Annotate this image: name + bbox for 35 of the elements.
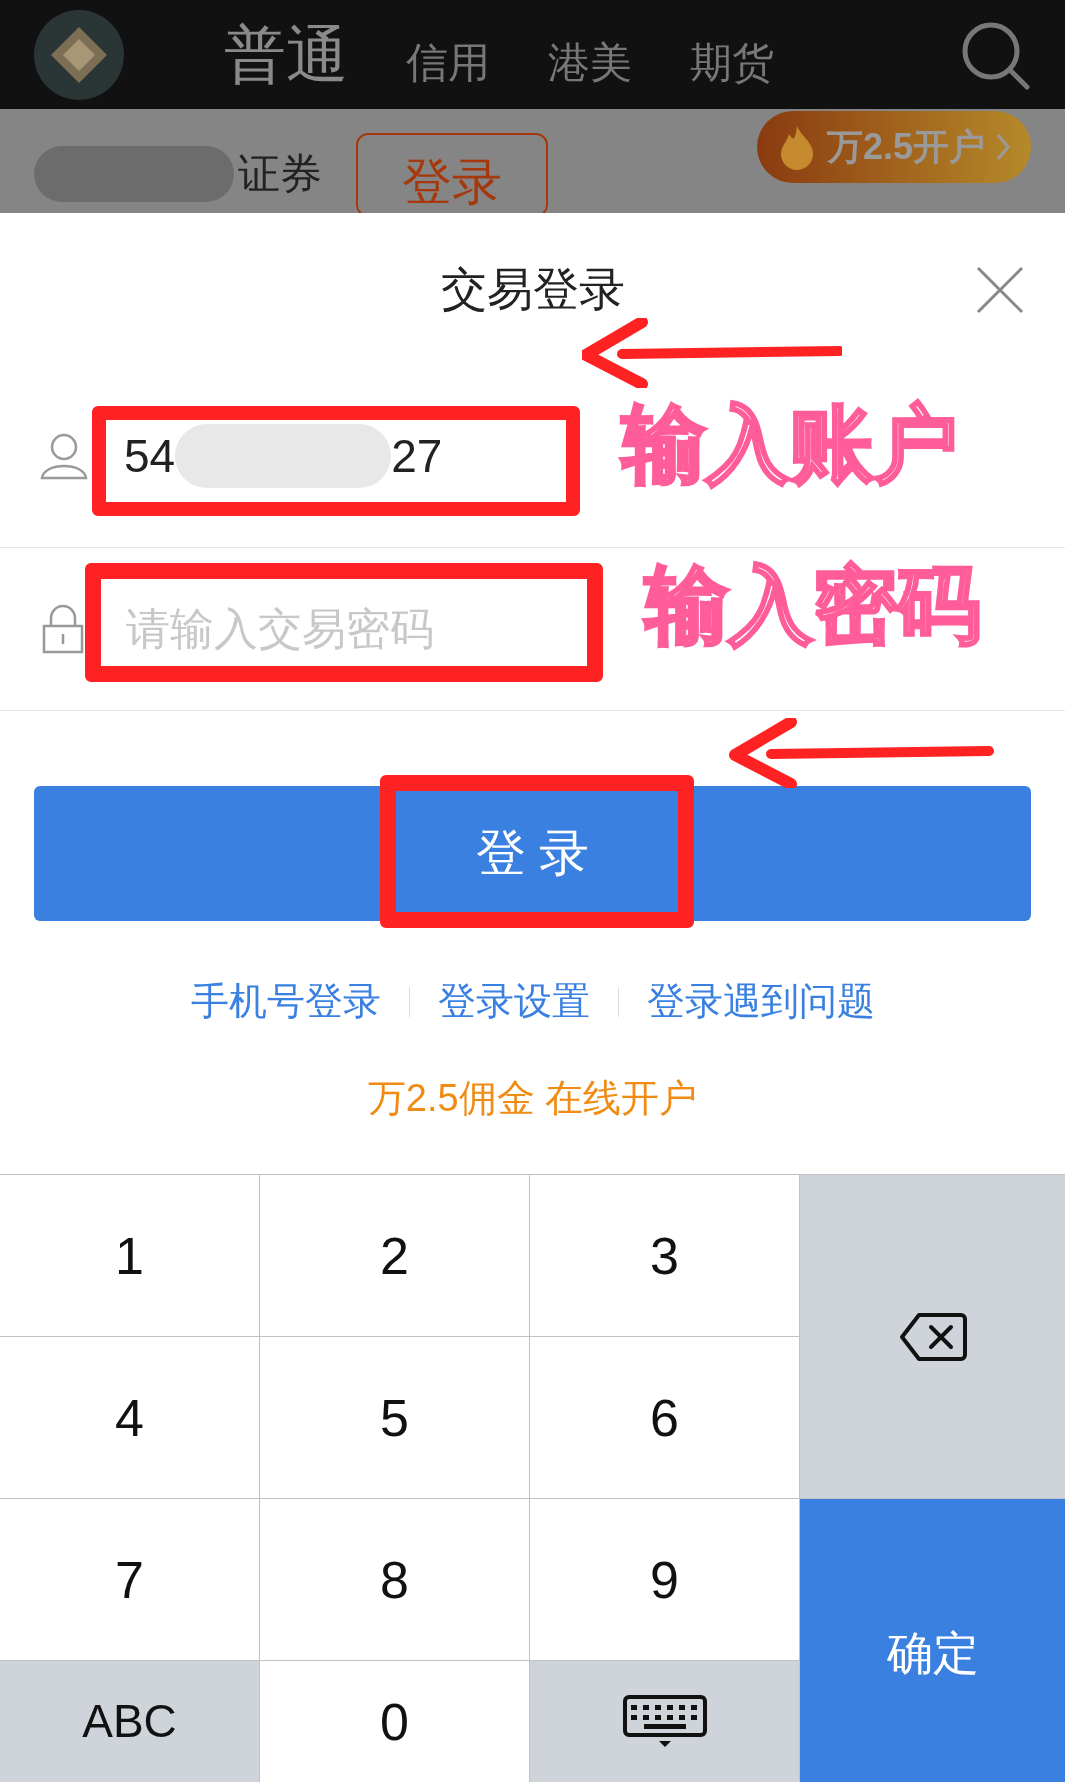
key[interactable]: 2 <box>260 1175 529 1336</box>
key[interactable]: 3 <box>530 1175 799 1336</box>
keyboard-icon <box>621 1693 708 1750</box>
text-link[interactable]: 登录遇到问题 <box>646 973 875 1030</box>
lock-icon <box>42 604 84 654</box>
key[interactable]: ABC <box>0 1661 259 1782</box>
annotation-label: 输入账户 <box>622 402 958 486</box>
broker-name: 证券 <box>238 149 322 199</box>
promo-label: 万2.5开户 <box>826 125 985 169</box>
nav-tab[interactable]: 期货 <box>690 41 774 84</box>
key[interactable]: 1 <box>0 1175 259 1336</box>
key[interactable]: 8 <box>260 1499 529 1660</box>
nav-tab[interactable]: 港美 <box>548 41 632 84</box>
account-number-end: 27 <box>391 428 443 484</box>
login-button[interactable]: 登 录 <box>34 786 1031 921</box>
key[interactable]: 9 <box>530 1499 799 1660</box>
nav-tab[interactable]: 信用 <box>406 41 490 84</box>
key[interactable]: 6 <box>530 1337 799 1498</box>
text-link[interactable]: 手机号登录 <box>190 973 381 1030</box>
dialog-title: 交易登录 <box>440 261 625 317</box>
annotation-label: 输入密码 <box>645 563 981 647</box>
hide-keyboard-key[interactable] <box>530 1661 799 1782</box>
key[interactable]: 4 <box>0 1337 259 1498</box>
nav-tab[interactable]: 普通 <box>224 23 348 86</box>
chevron-right-icon <box>995 132 1011 162</box>
account-field[interactable]: 54 27 <box>124 421 443 491</box>
key[interactable]: 0 <box>260 1661 529 1782</box>
text-link[interactable]: 登录设置 <box>437 973 590 1030</box>
backspace-icon <box>898 1311 967 1362</box>
close-icon[interactable] <box>975 265 1025 315</box>
key[interactable]: 5 <box>260 1337 529 1498</box>
user-icon <box>40 432 88 480</box>
account-number-start: 54 <box>124 428 176 484</box>
key[interactable]: 7 <box>0 1499 259 1660</box>
confirm-key[interactable]: 确定 <box>800 1499 1065 1782</box>
